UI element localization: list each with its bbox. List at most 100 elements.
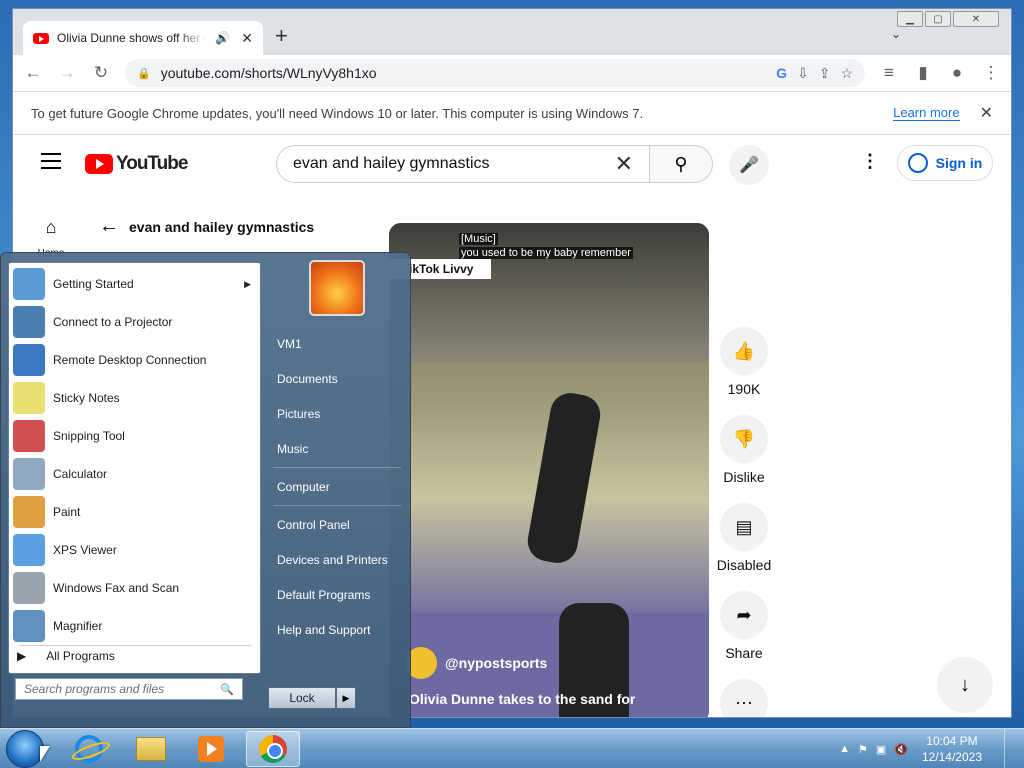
like-button[interactable]: 👍 190K	[719, 327, 769, 397]
shutdown-options-arrow-icon[interactable]: ▶	[336, 687, 356, 709]
like-icon[interactable]: 👍	[720, 327, 768, 375]
program-icon	[13, 572, 45, 604]
program-icon	[13, 344, 45, 376]
start-link-item[interactable]: Pictures	[277, 407, 320, 421]
start-program-item[interactable]: Remote Desktop Connection	[13, 341, 257, 379]
program-label: Magnifier	[53, 619, 103, 633]
taskbar-explorer[interactable]	[124, 731, 178, 767]
reload-icon[interactable]: ↻	[91, 63, 111, 83]
channel-name[interactable]: @nypostsports	[445, 655, 547, 671]
start-button[interactable]	[6, 730, 44, 768]
magnifier-search-icon[interactable]: 🔍	[220, 683, 234, 696]
start-link-item[interactable]: Control Panel	[277, 518, 350, 532]
tab-search-icon[interactable]: ⌄	[891, 27, 901, 41]
google-icon[interactable]: G	[776, 65, 787, 81]
program-icon	[13, 496, 45, 528]
install-icon[interactable]: ⇩	[797, 65, 809, 82]
dislike-icon[interactable]: 👎	[720, 415, 768, 463]
search-icon: ⚲	[674, 153, 688, 174]
like-count: 190K	[727, 381, 761, 397]
browser-toolbar: ← → ↻ 🔒 youtube.com/shorts/WLnyVy8h1xo G…	[13, 55, 1011, 91]
start-program-item[interactable]: Paint	[13, 493, 257, 531]
show-hidden-icons-icon[interactable]: ▲	[839, 743, 850, 755]
user-picture[interactable]	[309, 260, 365, 316]
new-tab-button[interactable]: +	[275, 25, 288, 47]
search-query[interactable]: evan and hailey gymnastics	[293, 155, 615, 173]
side-panel-icon[interactable]: ▮	[913, 63, 933, 83]
maximize-button[interactable]: ▢	[925, 11, 951, 27]
share-icon[interactable]: ➦	[720, 591, 768, 639]
clear-search-icon[interactable]: ✕	[615, 151, 633, 177]
submenu-arrow-icon[interactable]: ▶	[244, 279, 251, 290]
youtube-play-icon	[85, 154, 113, 174]
infobar-close-icon[interactable]: ✕	[980, 103, 993, 123]
next-short-button[interactable]: ↓	[937, 657, 993, 713]
start-program-item[interactable]: Magnifier	[13, 607, 257, 645]
lock-button[interactable]: Lock	[268, 687, 336, 709]
action-center-icon[interactable]: ⚑	[858, 743, 868, 756]
settings-menu-icon[interactable]: ⋮	[861, 151, 879, 172]
search-input[interactable]: evan and hailey gymnastics ✕	[276, 145, 650, 183]
speaker-icon[interactable]: 🔊	[215, 31, 230, 45]
forward-icon[interactable]: →	[57, 63, 77, 83]
clock[interactable]: 10:04 PM 12/14/2023	[922, 733, 982, 765]
show-desktop-button[interactable]	[1004, 729, 1016, 768]
start-link-item[interactable]: Music	[277, 442, 308, 456]
comments-icon[interactable]: ▤	[720, 503, 768, 551]
learn-more-link[interactable]: Learn more	[893, 105, 960, 121]
channel-info[interactable]: @nypostsports	[405, 647, 547, 679]
dislike-button[interactable]: 👎 Dislike	[719, 415, 769, 485]
start-program-item[interactable]: XPS Viewer	[13, 531, 257, 569]
youtube-logo[interactable]: YouTube	[85, 153, 188, 175]
taskbar-chrome[interactable]	[246, 731, 300, 767]
internet-explorer-icon	[75, 735, 103, 763]
taskbar-media-player[interactable]	[184, 731, 238, 767]
start-program-item[interactable]: Snipping Tool	[13, 417, 257, 455]
comments-button[interactable]: ▤ Disabled	[717, 503, 771, 573]
bookmark-star-icon[interactable]: ☆	[840, 65, 853, 82]
network-icon[interactable]: ▣	[876, 743, 886, 756]
media-control-icon[interactable]: ≡	[879, 63, 899, 83]
back-icon[interactable]: ←	[23, 63, 43, 83]
account-icon	[907, 153, 928, 173]
back-to-search[interactable]: ← evan and hailey gymnastics	[99, 215, 314, 238]
more-actions-button[interactable]: ⋯	[719, 679, 769, 717]
more-icon[interactable]: ⋯	[720, 679, 768, 717]
start-link-item[interactable]: Documents	[277, 372, 338, 386]
program-icon	[13, 610, 45, 642]
hamburger-menu-icon[interactable]	[41, 153, 61, 174]
start-search-input[interactable]: Search programs and files 🔍	[15, 678, 243, 700]
short-video-player[interactable]: [Music] you used to be my baby remember …	[389, 223, 709, 717]
start-program-item[interactable]: Windows Fax and Scan	[13, 569, 257, 607]
lock-icon[interactable]: 🔒	[137, 67, 151, 80]
profile-icon[interactable]: ●	[947, 63, 967, 83]
all-programs-item[interactable]: ▶ All Programs	[17, 649, 115, 663]
close-window-button[interactable]: ✕	[953, 11, 999, 27]
share-page-icon[interactable]: ⇪	[819, 65, 831, 82]
start-program-item[interactable]: Calculator	[13, 455, 257, 493]
taskbar-internet-explorer[interactable]	[62, 731, 116, 767]
youtube-favicon-icon	[33, 32, 49, 44]
share-label: Share	[725, 645, 763, 661]
browser-tab[interactable]: Olivia Dunne shows off her w 🔊 ✕	[23, 21, 263, 55]
chrome-icon	[259, 735, 287, 763]
start-link-item[interactable]: Default Programs	[277, 588, 370, 602]
start-link-item[interactable]: Devices and Printers	[277, 553, 388, 567]
back-arrow-icon[interactable]: ←	[99, 215, 119, 238]
start-program-item[interactable]: Connect to a Projector	[13, 303, 257, 341]
sign-in-button[interactable]: Sign in	[897, 145, 993, 181]
start-link-item[interactable]: Computer	[277, 480, 330, 494]
start-program-item[interactable]: Sticky Notes	[13, 379, 257, 417]
minimize-button[interactable]: ▁	[897, 11, 923, 27]
volume-muted-icon[interactable]: 🔇	[894, 743, 908, 756]
tab-close-icon[interactable]: ✕	[241, 30, 253, 47]
share-button[interactable]: ➦ Share	[719, 591, 769, 661]
chrome-menu-icon[interactable]: ⋮	[981, 63, 1001, 83]
url-text[interactable]: youtube.com/shorts/WLnyVy8h1xo	[161, 65, 766, 81]
voice-search-button[interactable]: 🎤	[729, 145, 769, 185]
address-bar[interactable]: 🔒 youtube.com/shorts/WLnyVy8h1xo G ⇩ ⇪ ☆	[125, 59, 865, 87]
start-link-item[interactable]: VM1	[277, 337, 302, 351]
start-program-item[interactable]: Getting Started ▶	[13, 265, 257, 303]
start-link-item[interactable]: Help and Support	[277, 623, 370, 637]
search-button[interactable]: ⚲	[649, 145, 713, 183]
